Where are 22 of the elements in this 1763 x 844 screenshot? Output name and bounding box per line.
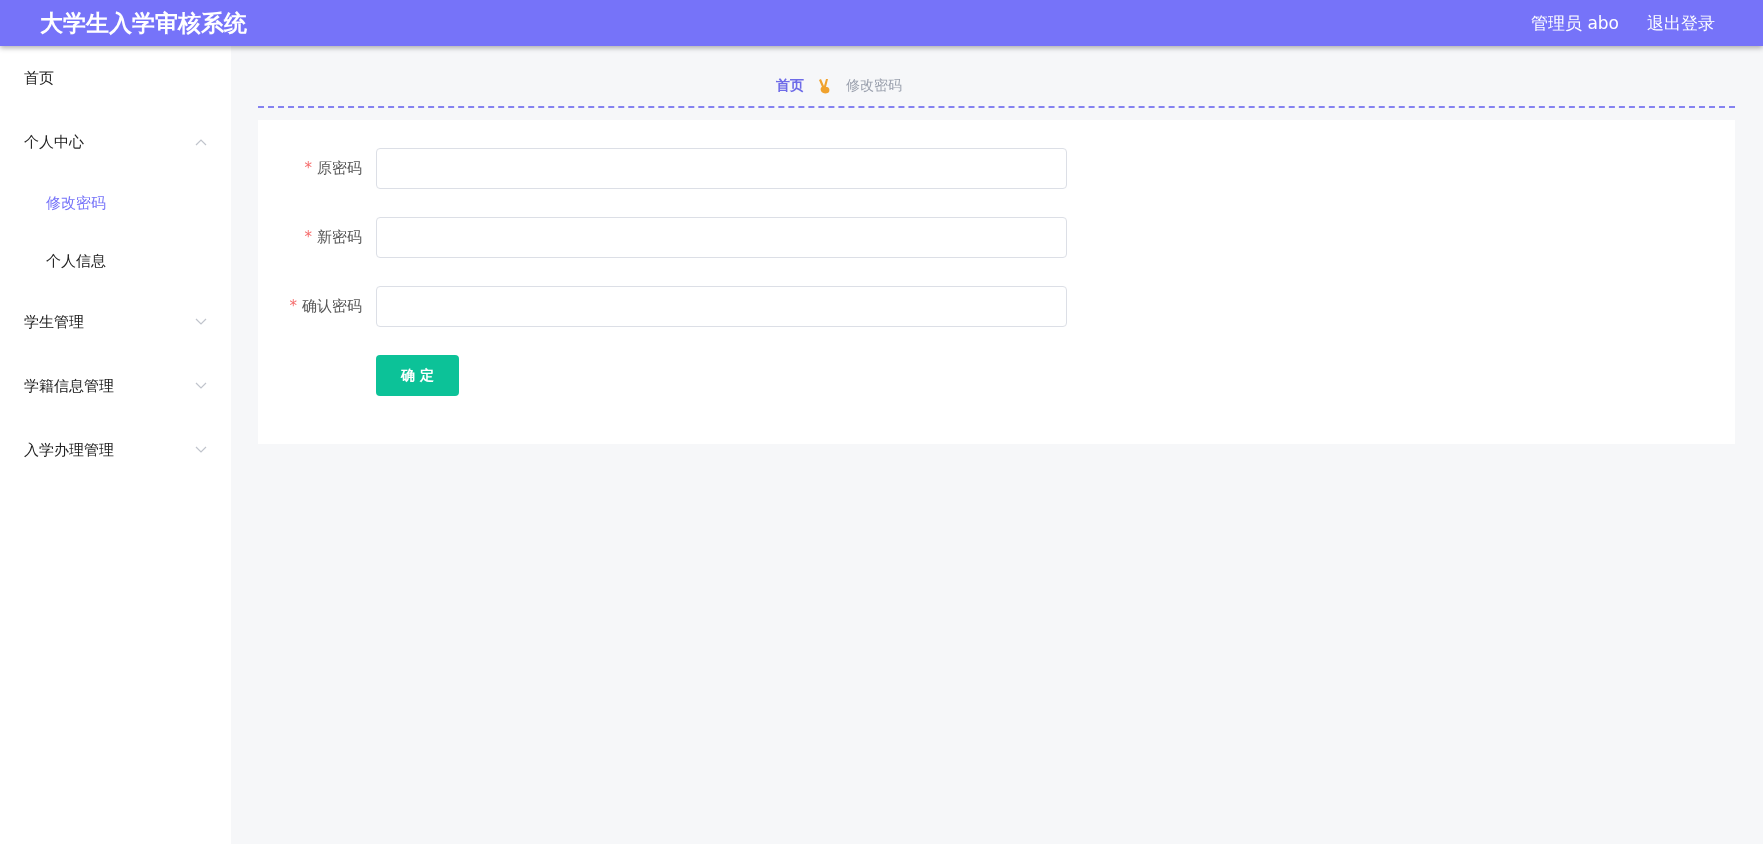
logout-link[interactable]: 退出登录	[1647, 11, 1715, 35]
menu-item[interactable]: 首页	[0, 46, 231, 110]
field-label: 原密码	[317, 159, 362, 178]
field-label: 新密码	[317, 228, 362, 247]
password-field[interactable]	[376, 286, 1067, 327]
required-mark: *	[289, 297, 297, 316]
menu-item[interactable]: 学籍信息管理	[0, 354, 231, 418]
submenu-item[interactable]: 个人信息	[0, 232, 231, 290]
hand-icon	[818, 78, 832, 94]
menu-item[interactable]: 学生管理	[0, 290, 231, 354]
breadcrumb-item[interactable]: 首页	[776, 77, 804, 95]
menu-item[interactable]: 入学办理管理	[0, 418, 231, 482]
required-mark: *	[304, 228, 312, 247]
app-title: 大学生入学审核系统	[40, 8, 247, 38]
menu-item[interactable]: 个人中心	[0, 110, 231, 174]
password-field[interactable]	[376, 217, 1067, 258]
breadcrumb-item: 修改密码	[846, 77, 902, 95]
required-mark: *	[304, 159, 312, 178]
submenu-item[interactable]: 修改密码	[0, 174, 231, 232]
password-field[interactable]	[376, 148, 1067, 189]
user-name: 管理员 abo	[1531, 11, 1619, 35]
field-label: 确认密码	[302, 297, 362, 316]
